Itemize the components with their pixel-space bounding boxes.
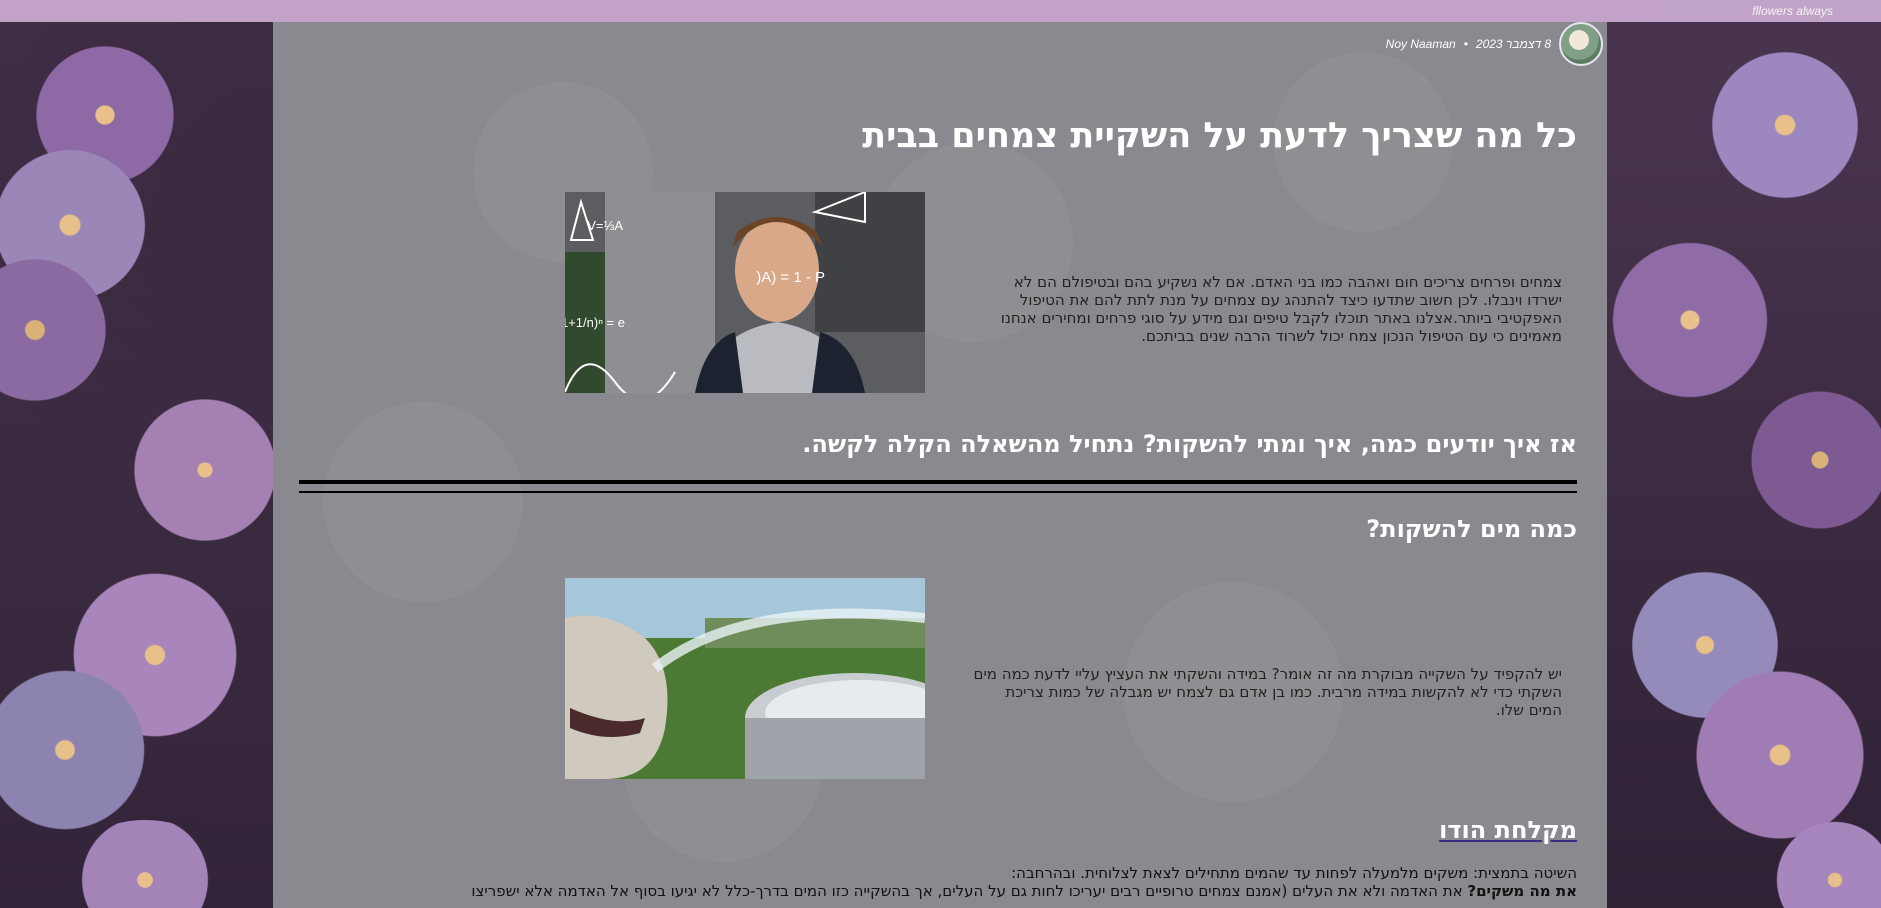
top-bar: fllowers always: [0, 0, 1881, 22]
math-meme-image: A) = 1 - P( V=⅓A lim(1+1/n)ⁿ = e: [565, 192, 925, 393]
meta-separator: •: [1463, 37, 1468, 51]
divider-thick: [299, 480, 1577, 484]
section-heading-how-much: אז איך יודעים כמה, איך ומתי להשקות? נתחי…: [802, 430, 1577, 458]
section-heading-shower-method[interactable]: מקלחת הודו: [1439, 816, 1577, 844]
flower-decoration: [1740, 380, 1881, 540]
section-heading-water-amount: כמה מים להשקות?: [1366, 515, 1577, 543]
author-avatar[interactable]: [1559, 22, 1603, 66]
divider-thin: [299, 491, 1577, 493]
post-title: כל מה שצריך לדעת על השקיית צמחים בבית: [862, 116, 1577, 156]
dog-water-image: [565, 578, 925, 779]
flower-decoration: [1600, 230, 1780, 410]
method-detail-text: את האדמה ולא את העלים (אמנם צמחים טרופיי…: [471, 882, 1468, 900]
water-amount-paragraph: יש להקפיד על השקייה מבוקרת מה זה אומר? ב…: [973, 665, 1563, 719]
intro-paragraph: צמחים ופרחים צריכים חום ואהבה כמו בני הא…: [1000, 273, 1562, 345]
shower-method-paragraph: השיטה בתמצית: משקים מלמעלה לפחות עד שהמי…: [327, 864, 1577, 900]
svg-text:V=⅓A: V=⅓A: [587, 218, 623, 233]
svg-text:lim(1+1/n)ⁿ = e: lim(1+1/n)ⁿ = e: [565, 315, 625, 330]
svg-text:A) = 1 - P(: A) = 1 - P(: [756, 269, 825, 286]
post-author[interactable]: Noy Naaman: [1386, 37, 1456, 51]
method-summary-line: השיטה בתמצית: משקים מלמעלה לפחות עד שהמי…: [1011, 864, 1577, 882]
watermark-flower: [323, 402, 523, 602]
post-date: 8 דצמבר 2023: [1475, 37, 1551, 51]
flower-decoration: [120, 390, 290, 550]
post-content: 8 דצמבר 2023 • Noy Naaman כל מה שצריך לד…: [273, 22, 1607, 908]
method-bold-term: את מה משקים?: [1467, 882, 1577, 900]
site-brand[interactable]: fllowers always: [1752, 4, 1833, 18]
method-detail-line: את מה משקים? את האדמה ולא את העלים (אמנם…: [327, 882, 1577, 900]
post-meta: 8 דצמבר 2023 • Noy Naaman: [1386, 22, 1603, 66]
flower-decoration: [1700, 40, 1870, 210]
